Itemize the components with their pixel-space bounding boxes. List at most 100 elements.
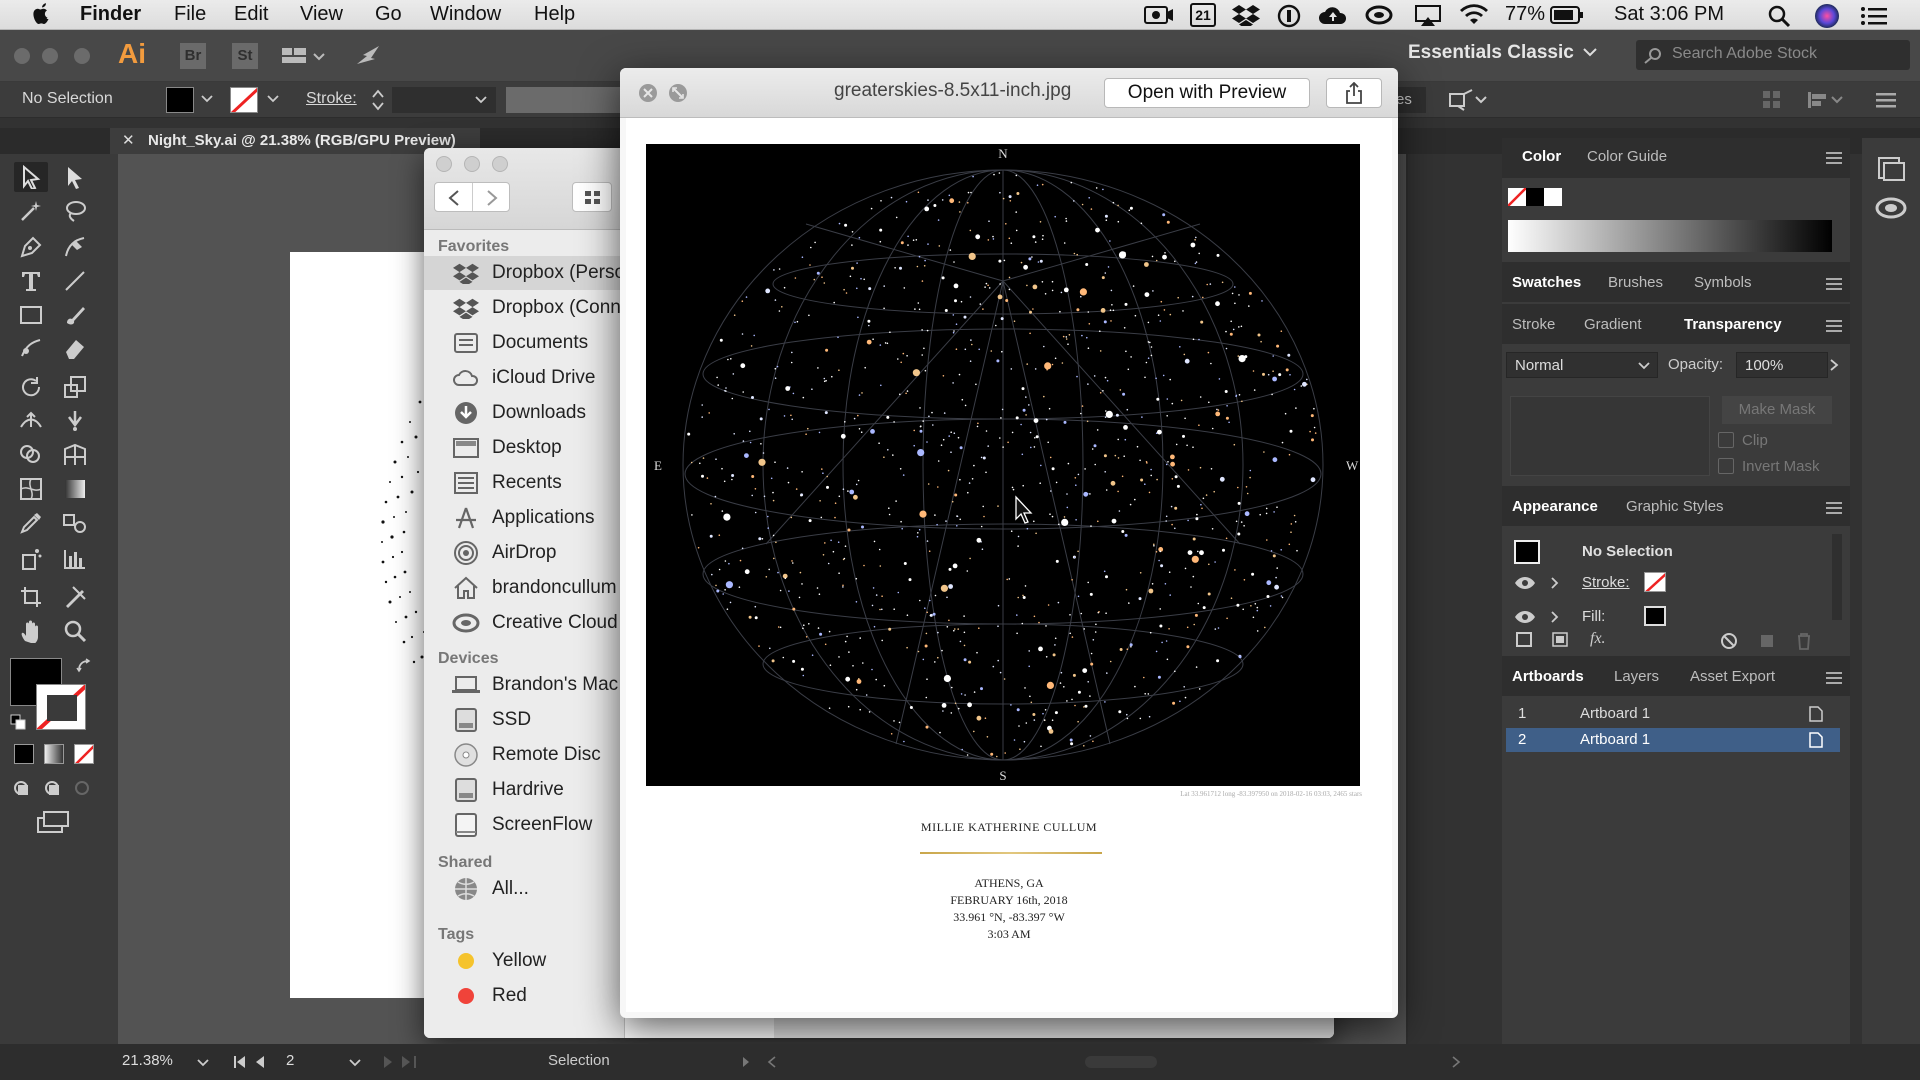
color-mode-icon[interactable]	[14, 744, 34, 764]
screen-record-icon[interactable]	[1143, 4, 1175, 26]
appearance-fill-swatch[interactable]	[1644, 606, 1666, 626]
close-icon[interactable]	[638, 83, 658, 103]
trash-icon[interactable]	[1796, 632, 1812, 650]
share-button[interactable]	[1326, 78, 1382, 108]
blend-mode-select[interactable]: Normal	[1506, 352, 1658, 378]
stock-button[interactable]: St	[232, 43, 258, 69]
expand-arrow-icon[interactable]	[1550, 610, 1560, 624]
align-options-icon[interactable]	[1806, 90, 1846, 110]
eye-icon[interactable]	[1514, 610, 1536, 624]
workspace-switcher[interactable]: Essentials Classic	[1408, 42, 1574, 64]
tab-transparency[interactable]: Transparency	[1684, 316, 1782, 333]
appearance-fill-label[interactable]: Fill:	[1582, 608, 1605, 625]
close-icon[interactable]: ✕	[122, 131, 135, 149]
hand-tool[interactable]	[14, 616, 48, 646]
finder-zoom-button[interactable]	[492, 156, 508, 172]
magic-wand-tool[interactable]	[14, 196, 48, 226]
menubar-clock[interactable]: Sat 3:06 PM	[1614, 3, 1724, 26]
appearance-scrollbar[interactable]	[1832, 534, 1842, 620]
width-tool[interactable]	[14, 406, 48, 436]
sidebar-item-desktop[interactable]: Desktop	[424, 431, 624, 465]
panel-menu-icon[interactable]	[1826, 501, 1842, 515]
tab-color[interactable]: Color	[1522, 148, 1561, 165]
stroke-label[interactable]: Stroke:	[306, 90, 357, 108]
menu-window[interactable]: Window	[430, 3, 501, 26]
zoom-tool[interactable]	[58, 616, 92, 646]
sidebar-item-remote-disc[interactable]: Remote Disc	[424, 738, 624, 772]
forward-arrow-icon[interactable]	[485, 190, 499, 206]
paintbrush-tool[interactable]	[58, 300, 92, 330]
open-with-preview-button[interactable]: Open with Preview	[1104, 78, 1310, 108]
window-minimize-button[interactable]	[42, 48, 58, 64]
fill-swatch[interactable]	[166, 87, 194, 113]
creative-cloud-menu-icon[interactable]	[1365, 4, 1393, 26]
align-grid-icon[interactable]	[1762, 90, 1782, 110]
default-fill-stroke-icon[interactable]	[10, 714, 26, 730]
finder-minimize-button[interactable]	[464, 156, 480, 172]
black-swatch[interactable]	[1526, 188, 1544, 206]
selection-tool[interactable]	[14, 162, 48, 192]
chevron-left-icon[interactable]	[766, 1056, 778, 1068]
direct-selection-tool[interactable]	[58, 162, 92, 192]
tab-color-guide[interactable]: Color Guide	[1587, 148, 1667, 165]
info-circle-icon[interactable]	[1277, 4, 1301, 28]
appearance-stroke-label[interactable]: Stroke:	[1582, 574, 1630, 591]
sidebar-item-dropbox-personal[interactable]: Dropbox (Perso	[424, 256, 624, 290]
add-new-fill-icon[interactable]	[1552, 632, 1570, 648]
menu-file[interactable]: File	[174, 3, 206, 26]
gradient-mode-icon[interactable]	[44, 744, 64, 764]
blend-tool[interactable]	[58, 508, 92, 538]
variable-width-profile[interactable]	[506, 87, 624, 113]
sidebar-item-applications[interactable]: Applications	[424, 501, 624, 535]
none-mode-icon[interactable]	[74, 744, 94, 764]
artboard-options-icon[interactable]	[1808, 706, 1824, 722]
lasso-tool[interactable]	[58, 196, 92, 226]
sidebar-item-airdrop[interactable]: AirDrop	[424, 536, 624, 570]
clip-checkbox[interactable]	[1718, 432, 1734, 448]
stock-search-field[interactable]: Search Adobe Stock	[1636, 40, 1910, 70]
panel-menu-icon[interactable]	[1826, 151, 1842, 165]
menu-app-name[interactable]: Finder	[80, 3, 141, 26]
view-mode-button[interactable]	[572, 182, 612, 212]
clear-appearance-icon[interactable]	[1720, 632, 1738, 650]
calendar-icon[interactable]: 21	[1190, 3, 1216, 27]
rectangle-tool[interactable]	[14, 300, 48, 330]
sidebar-item-creative-cloud[interactable]: Creative Cloud	[424, 606, 624, 640]
menu-help[interactable]: Help	[534, 3, 575, 26]
sidebar-item-mac[interactable]: Brandon's Mac	[424, 668, 624, 702]
finder-close-button[interactable]	[436, 156, 452, 172]
curvature-tool[interactable]	[58, 232, 92, 262]
line-segment-tool[interactable]	[58, 266, 92, 296]
cloud-upload-icon[interactable]	[1318, 5, 1348, 25]
battery-icon[interactable]	[1550, 6, 1584, 24]
sidebar-tag-red[interactable]: Red	[424, 979, 624, 1013]
pen-tool[interactable]	[14, 232, 48, 262]
tab-brushes[interactable]: Brushes	[1608, 274, 1663, 291]
sidebar-item-icloud-drive[interactable]: iCloud Drive	[424, 361, 624, 395]
color-ramp[interactable]	[1508, 220, 1832, 252]
libraries-icon[interactable]	[1876, 156, 1906, 182]
tab-swatches[interactable]: Swatches	[1512, 274, 1581, 291]
chevron-right-icon[interactable]	[740, 1056, 752, 1068]
slice-tool[interactable]	[58, 582, 92, 612]
stroke-swatch[interactable]	[230, 87, 258, 113]
perspective-grid-tool[interactable]	[58, 440, 92, 470]
sidebar-item-downloads[interactable]: Downloads	[424, 396, 624, 430]
horizontal-scrollbar-thumb[interactable]	[1085, 1056, 1157, 1068]
transform-icon[interactable]	[1448, 88, 1488, 112]
column-graph-tool[interactable]	[58, 544, 92, 574]
airplay-icon[interactable]	[1414, 4, 1442, 28]
chevron-right-icon[interactable]	[1828, 358, 1840, 372]
chevron-down-icon[interactable]	[196, 1058, 210, 1068]
stroke-weight-stepper[interactable]	[370, 85, 386, 115]
invert-mask-checkbox[interactable]	[1718, 458, 1734, 474]
eyedropper-tool[interactable]	[14, 508, 48, 538]
opacity-field[interactable]: 100%	[1736, 352, 1828, 378]
chevron-down-icon[interactable]	[200, 94, 214, 104]
back-arrow-icon[interactable]	[447, 190, 461, 206]
stroke-color-box[interactable]	[36, 684, 86, 730]
screen-mode-icon[interactable]	[36, 810, 70, 834]
chevron-right-icon[interactable]	[1450, 1056, 1462, 1068]
tab-gradient[interactable]: Gradient	[1584, 316, 1642, 333]
white-swatch[interactable]	[1544, 188, 1562, 206]
